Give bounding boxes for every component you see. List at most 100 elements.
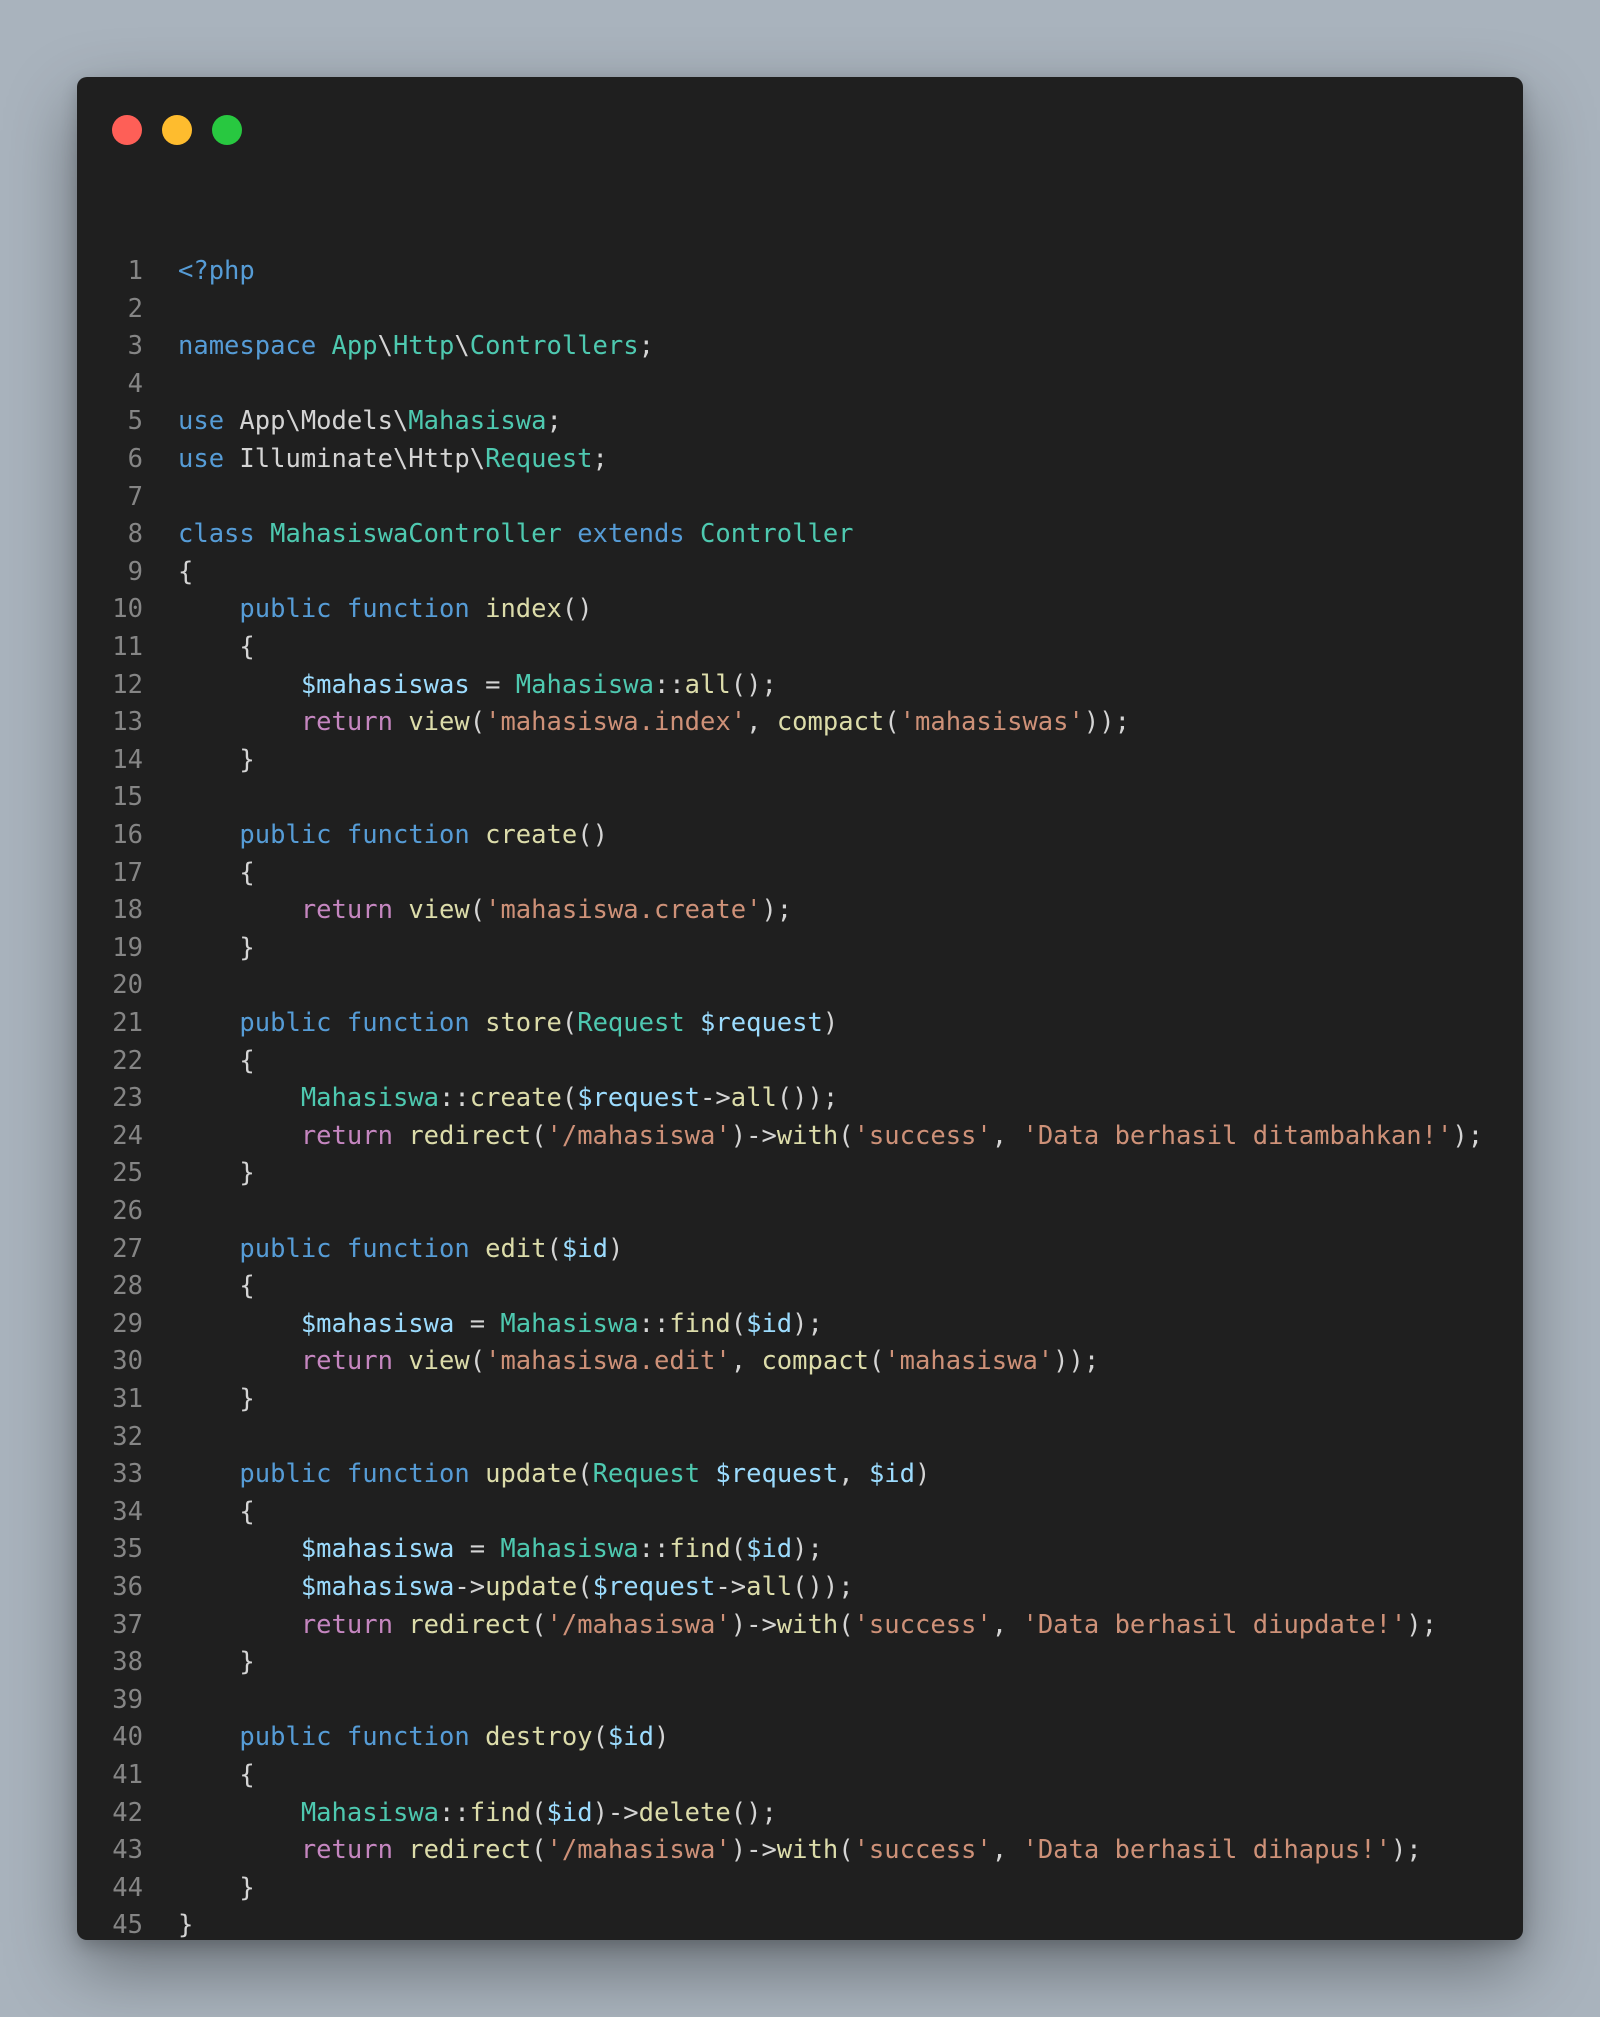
code-token: all bbox=[684, 669, 731, 700]
code-token: $mahasiswa bbox=[300, 1534, 455, 1565]
code-token: ( bbox=[838, 1120, 854, 1151]
line-number: 40 bbox=[112, 1722, 143, 1753]
code-token: } bbox=[178, 744, 255, 775]
line-code: { bbox=[178, 1494, 254, 1532]
code-token: Request bbox=[592, 1459, 701, 1490]
code-token: \ bbox=[454, 331, 470, 362]
line-number: 23 bbox=[112, 1083, 143, 1114]
minimize-window-button[interactable] bbox=[162, 115, 192, 145]
code-token: function bbox=[346, 1233, 470, 1264]
line-code: { bbox=[178, 855, 254, 893]
code-token: $id bbox=[607, 1722, 654, 1753]
code-token: return bbox=[300, 707, 393, 738]
code-token: :: bbox=[653, 669, 685, 700]
code-token: :: bbox=[439, 1797, 470, 1828]
code-token: Mahasiswa bbox=[515, 669, 654, 700]
line-code: } bbox=[178, 1644, 254, 1682]
code-token: use bbox=[178, 444, 225, 474]
code-token: ()); bbox=[776, 1083, 839, 1114]
line-number: 29 bbox=[112, 1308, 143, 1339]
line-number: 9 bbox=[127, 556, 143, 587]
code-token: ( bbox=[561, 1083, 578, 1114]
code-token: } bbox=[178, 1872, 255, 1903]
line-code: return view('mahasiswa.index', compact('… bbox=[178, 704, 1130, 742]
code-token: { bbox=[178, 632, 255, 662]
code-token: public bbox=[239, 1459, 332, 1490]
code-token: ( bbox=[469, 1346, 486, 1377]
code-token: , bbox=[730, 1346, 762, 1377]
code-token: '/mahasiswa' bbox=[546, 1120, 731, 1151]
code-token: $request bbox=[715, 1459, 839, 1490]
code-token: find bbox=[469, 1797, 532, 1828]
code-token: ( bbox=[469, 707, 486, 738]
code-token: ( bbox=[561, 1008, 578, 1038]
line-number: 18 bbox=[112, 895, 143, 926]
line-code: public function store(Request $request) bbox=[178, 1005, 838, 1043]
code-token: )); bbox=[1083, 707, 1130, 738]
line-number: 36 bbox=[112, 1572, 143, 1602]
line-number: 2 bbox=[127, 293, 143, 324]
code-token: { bbox=[178, 1760, 255, 1790]
code-token: $request bbox=[700, 1008, 823, 1038]
code-token: function bbox=[346, 1008, 470, 1038]
code-token: 'success' bbox=[853, 1609, 992, 1640]
code-token: , bbox=[991, 1835, 1023, 1866]
line-code: $mahasiswa = Mahasiswa::find($id); bbox=[178, 1306, 823, 1344]
code-token: } bbox=[178, 1910, 194, 1940]
code-token: redirect bbox=[408, 1120, 532, 1151]
line-number: 10 bbox=[112, 594, 143, 625]
code-token: ); bbox=[1452, 1120, 1484, 1151]
code-token: function bbox=[346, 1459, 470, 1490]
line-code: } bbox=[178, 1155, 254, 1193]
code-token: Request bbox=[485, 444, 593, 474]
line-number: 24 bbox=[112, 1120, 143, 1151]
code-token: 'mahasiswa.create' bbox=[485, 895, 762, 926]
code-token: with bbox=[776, 1120, 839, 1151]
line-number: 41 bbox=[112, 1760, 143, 1790]
close-window-button[interactable] bbox=[112, 115, 142, 145]
code-token: public bbox=[239, 1233, 332, 1264]
code-token: with bbox=[776, 1609, 839, 1640]
code-token: 'success' bbox=[853, 1835, 992, 1866]
code-token: } bbox=[178, 1384, 255, 1414]
line-code: return redirect('/mahasiswa')->with('suc… bbox=[178, 1832, 1422, 1870]
code-token: Http bbox=[392, 331, 455, 362]
code-token: 'mahasiswa' bbox=[884, 1346, 1054, 1377]
code-token: '/mahasiswa' bbox=[546, 1835, 731, 1866]
code-token: ) bbox=[607, 1233, 624, 1264]
code-token: view bbox=[408, 895, 470, 926]
maximize-window-button[interactable] bbox=[212, 115, 242, 145]
code-token: return bbox=[300, 1835, 393, 1866]
code-token: create bbox=[469, 1083, 562, 1114]
code-token: = bbox=[469, 669, 516, 700]
code-token: { bbox=[178, 1271, 255, 1302]
line-code: { bbox=[178, 554, 193, 592]
code-token: ) bbox=[822, 1008, 839, 1038]
code-token: public bbox=[239, 820, 332, 850]
code-token: view bbox=[408, 707, 470, 738]
code-token: -> bbox=[454, 1572, 486, 1602]
line-code: use App\Models\Mahasiswa; bbox=[178, 403, 562, 441]
code-token: use bbox=[178, 406, 225, 437]
code-token: store bbox=[485, 1008, 562, 1038]
code-token: function bbox=[346, 594, 470, 625]
line-number: 15 bbox=[112, 782, 143, 813]
code-token: MahasiswaController bbox=[270, 519, 562, 550]
code-token: with bbox=[776, 1835, 839, 1866]
code-token: :: bbox=[638, 1534, 670, 1565]
code-token: 'Data berhasil ditambahkan!' bbox=[1022, 1120, 1453, 1151]
code-token: create bbox=[485, 820, 578, 850]
code-token: \ bbox=[377, 331, 393, 362]
line-code: $mahasiswas = Mahasiswa::all(); bbox=[178, 667, 777, 705]
